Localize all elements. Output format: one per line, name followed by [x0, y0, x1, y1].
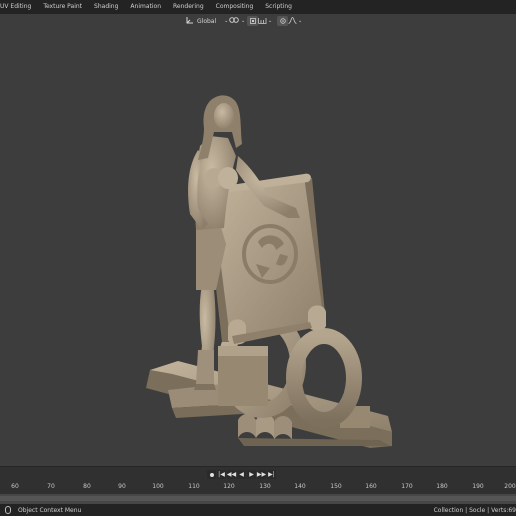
frame-tick: 200 — [504, 483, 516, 490]
prev-keyframe-icon: ◀◀ — [226, 471, 237, 478]
tab-texture-paint[interactable]: Texture Paint — [37, 0, 88, 14]
chevron-down-icon: ⌄ — [298, 18, 303, 24]
timeline-ruler[interactable]: 60 70 80 90 100 110 120 130 140 150 160 … — [0, 482, 516, 494]
timeline-track[interactable] — [0, 494, 516, 504]
frame-tick: 140 — [294, 483, 306, 490]
frame-tick: 110 — [188, 483, 200, 490]
proportional-editing-toggle[interactable] — [277, 16, 288, 26]
status-bar: Object Context Menu Collection | Socle |… — [0, 504, 516, 516]
workspace-tab-bar: UV Editing Texture Paint Shading Animati… — [0, 0, 516, 14]
transform-orientation-dropdown[interactable]: Global ⌄ — [186, 16, 228, 26]
play-reverse-button[interactable]: ◀ — [237, 470, 246, 479]
snap-target-dropdown[interactable]: ⌄ — [258, 16, 272, 26]
chevron-down-icon: ⌄ — [241, 18, 246, 24]
chevron-down-icon: ⌄ — [224, 18, 229, 24]
transform-orientation-icon — [186, 16, 194, 26]
viewport-header: Global ⌄ ⌄ ⌄ ⌄ — [0, 14, 516, 28]
viewport-canvas — [146, 95, 392, 448]
jump-start-icon: |◀ — [218, 471, 225, 478]
snap-increment-icon — [258, 17, 267, 26]
play-button[interactable]: ▶ — [247, 470, 256, 479]
chevron-down-icon: ⌄ — [268, 18, 273, 24]
falloff-curve-icon — [288, 16, 297, 26]
play-reverse-icon: ◀ — [239, 471, 244, 478]
mouse-right-click-icon — [5, 506, 11, 514]
timeline-scrollbar[interactable] — [0, 496, 516, 501]
frame-tick: 100 — [152, 483, 164, 490]
snap-toggle[interactable] — [247, 16, 258, 26]
frame-tick: 170 — [401, 483, 413, 490]
record-icon — [209, 472, 214, 477]
frame-tick: 60 — [11, 483, 19, 490]
scene-statistics: Collection | Socle | Verts:69 — [433, 507, 516, 514]
frame-tick: 180 — [436, 483, 448, 490]
tab-scripting[interactable]: Scripting — [259, 0, 298, 14]
frame-tick: 120 — [223, 483, 235, 490]
frame-tick: 150 — [330, 483, 342, 490]
play-icon: ▶ — [249, 471, 254, 478]
proportional-falloff-dropdown[interactable]: ⌄ — [288, 16, 302, 26]
jump-end-icon: ▶| — [268, 471, 275, 478]
record-button[interactable] — [207, 470, 216, 479]
jump-to-end-button[interactable]: ▶| — [267, 470, 276, 479]
jump-to-keyframe-forward-button[interactable]: ▶▶ — [257, 470, 266, 479]
frame-tick: 70 — [47, 483, 55, 490]
pivot-point-dropdown[interactable]: ⌄ — [229, 16, 245, 26]
tab-shading[interactable]: Shading — [88, 0, 124, 14]
tab-compositing[interactable]: Compositing — [210, 0, 260, 14]
frame-tick: 130 — [259, 483, 271, 490]
tab-animation[interactable]: Animation — [124, 0, 167, 14]
context-menu-hint: Object Context Menu — [18, 507, 82, 514]
frame-tick: 160 — [365, 483, 377, 490]
3d-viewport[interactable] — [0, 28, 516, 466]
frame-tick: 80 — [83, 483, 91, 490]
snap-icon — [247, 16, 258, 26]
jump-to-start-button[interactable]: |◀ — [217, 470, 226, 479]
tab-rendering[interactable]: Rendering — [167, 0, 210, 14]
proportional-editing-icon — [277, 16, 288, 26]
playback-controls: |◀ ◀◀ ◀ ▶ ▶▶ ▶| — [207, 470, 276, 479]
jump-to-keyframe-back-button[interactable]: ◀◀ — [227, 470, 236, 479]
frame-tick: 90 — [118, 483, 126, 490]
timeline-header: |◀ ◀◀ ◀ ▶ ▶▶ ▶| — [0, 466, 516, 483]
frame-tick: 190 — [472, 483, 484, 490]
transform-orientation-label: Global — [197, 17, 217, 25]
next-keyframe-icon: ▶▶ — [256, 471, 267, 478]
tab-uv-editing[interactable]: UV Editing — [0, 0, 37, 14]
pivot-link-icon — [229, 16, 239, 26]
